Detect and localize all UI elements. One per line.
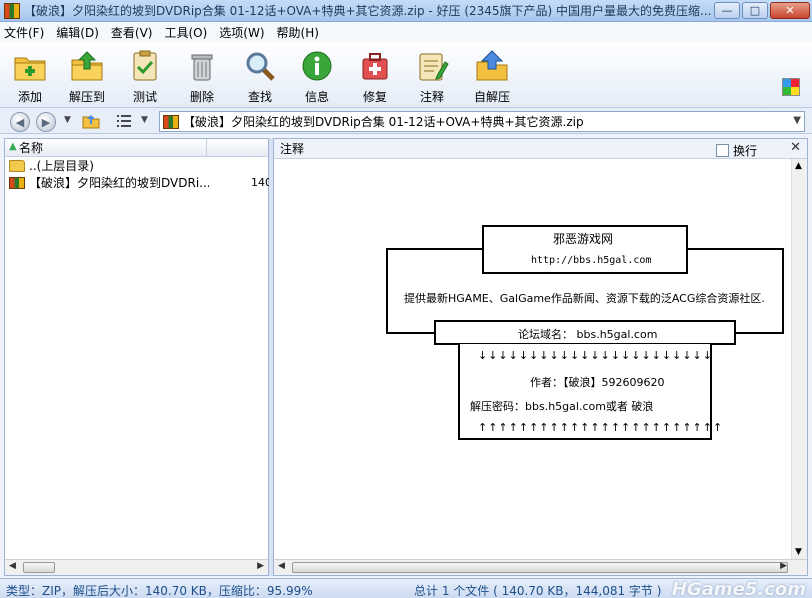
toolbar: 添加 解压到 测试 删除 查找 信息 修复 注释 自解压: [0, 42, 812, 108]
repair-icon: [362, 53, 388, 80]
status-bar: 类型：ZIP，解压后大小：140.70 KB，压缩比：95.99% 总计 1 个…: [0, 578, 812, 598]
skin-icon[interactable]: [782, 78, 800, 96]
sfx-label: 自解压: [473, 90, 510, 104]
scroll-right-icon[interactable]: ▶: [257, 561, 264, 571]
extract-to-label: 解压到: [68, 90, 105, 104]
address-row: ◀ ▶ ▼ ▼ 【破浪】夕阳染红的坡到DVDRip合集 01-12话+OVA+特…: [0, 108, 812, 134]
view-mode-dropdown-icon[interactable]: ▼: [141, 115, 148, 125]
file-list-panel: ▲ 名称 ..(上层目录) 【破浪】夕阳染红的坡到DVDRi... 140 ◀ …: [4, 138, 272, 576]
delete-icon: [191, 54, 213, 81]
close-button[interactable]: ✕: [770, 2, 810, 19]
forward-button[interactable]: ▶: [36, 112, 56, 132]
file-list-hscrollbar[interactable]: ◀ ▶: [5, 559, 268, 575]
close-comment-icon[interactable]: ✕: [790, 140, 801, 155]
repair-button[interactable]: 修复: [349, 50, 401, 105]
file-name: 【破浪】夕阳染红的坡到DVDRi...: [29, 176, 209, 190]
find-icon: [246, 52, 275, 81]
comment-up-arrows: ↑↑↑↑↑↑↑↑↑↑↑↑↑↑↑↑↑↑↑↑↑↑↑↑: [478, 421, 724, 434]
scroll-right-icon[interactable]: ▶: [780, 561, 787, 571]
archive-window: 【破浪】夕阳染红的坡到DVDRip合集 01-12话+OVA+特典+其它资源.z…: [0, 0, 812, 598]
test-button[interactable]: 测试: [119, 50, 171, 105]
find-label: 查找: [247, 90, 272, 104]
comment-site-url: http://bbs.h5gal.com: [531, 255, 652, 266]
minimize-button[interactable]: —: [714, 2, 740, 19]
comment-author: 作者：【破浪】592609620: [530, 376, 665, 389]
comment-vscrollbar[interactable]: ▲ ▼: [791, 159, 807, 559]
delete-label: 删除: [189, 90, 214, 104]
comment-hscrollbar[interactable]: ◀ ▶: [274, 559, 807, 575]
test-icon: [133, 50, 157, 81]
file-name: ..(上层目录): [29, 159, 94, 173]
address-dropdown-icon[interactable]: ▼: [793, 115, 801, 126]
window-title: 【破浪】夕阳染红的坡到DVDRip合集 01-12话+OVA+特典+其它资源.z…: [24, 4, 712, 18]
zip-file-icon: [9, 176, 25, 189]
add-label: 添加: [17, 90, 42, 104]
title-bar: 【破浪】夕阳染红的坡到DVDRip合集 01-12话+OVA+特典+其它资源.z…: [0, 0, 812, 22]
folder-icon: [9, 159, 25, 172]
scroll-down-icon[interactable]: ▼: [795, 547, 802, 557]
comment-down-arrows: ↓↓↓↓↓↓↓↓↓↓↓↓↓↓↓↓↓↓↓↓↓↓↓: [478, 349, 713, 362]
info-button[interactable]: 信息: [291, 50, 343, 105]
extract-to-button[interactable]: 解压到: [61, 50, 113, 105]
comment-button[interactable]: 注释: [406, 50, 458, 105]
menu-help[interactable]: 帮助(H): [277, 24, 319, 41]
menu-tools[interactable]: 工具(O): [164, 24, 207, 41]
test-label: 测试: [132, 90, 157, 104]
info-icon: [302, 51, 332, 81]
menu-options[interactable]: 选项(W): [219, 24, 264, 41]
view-mode-icon[interactable]: [116, 114, 132, 128]
menu-view[interactable]: 查看(V): [111, 24, 153, 41]
file-row-parent[interactable]: ..(上层目录): [5, 157, 268, 174]
address-text: 【破浪】夕阳染红的坡到DVDRip合集 01-12话+OVA+特典+其它资源.z…: [183, 115, 584, 129]
repair-label: 修复: [362, 90, 387, 104]
comment-forum-domain: 论坛域名： bbs.h5gal.com: [518, 328, 658, 341]
back-button[interactable]: ◀: [10, 112, 30, 132]
zip-icon: [163, 114, 179, 129]
find-button[interactable]: 查找: [234, 50, 286, 105]
address-field[interactable]: 【破浪】夕阳染红的坡到DVDRip合集 01-12话+OVA+特典+其它资源.z…: [159, 111, 805, 132]
extract-to-icon: [71, 51, 103, 81]
history-dropdown-icon[interactable]: ▼: [64, 115, 71, 125]
word-wrap-label: 换行: [732, 144, 757, 158]
sfx-button[interactable]: 自解压: [466, 50, 518, 105]
info-label: 信息: [304, 90, 329, 104]
comment-label: 注释: [419, 90, 444, 104]
comment-description: 提供最新HGAME、GalGame作品新闻、资源下载的泛ACG综合资源社区.: [404, 292, 765, 305]
scroll-left-icon[interactable]: ◀: [9, 561, 16, 571]
menu-file[interactable]: 文件(F): [4, 24, 44, 41]
file-row-archive[interactable]: 【破浪】夕阳染红的坡到DVDRi... 140: [5, 174, 272, 191]
window-controls: — □ ✕: [714, 2, 810, 19]
word-wrap-checkbox[interactable]: [715, 144, 729, 157]
menu-edit[interactable]: 编辑(D): [56, 24, 99, 41]
scroll-thumb[interactable]: [292, 562, 788, 573]
comment-header: 注释 换行 ✕: [274, 139, 807, 159]
watermark: HGame5.com: [671, 579, 806, 598]
scroll-up-icon[interactable]: ▲: [795, 161, 802, 171]
sfx-icon: [476, 50, 508, 81]
scroll-left-icon[interactable]: ◀: [278, 561, 285, 571]
add-icon: [14, 57, 46, 81]
menu-bar: 文件(F) 编辑(D) 查看(V) 工具(O) 选项(W) 帮助(H): [0, 22, 812, 42]
status-left: 类型：ZIP，解压后大小：140.70 KB，压缩比：95.99%: [6, 584, 313, 598]
comment-icon: [419, 53, 449, 81]
up-folder-icon[interactable]: [82, 113, 100, 129]
delete-button[interactable]: 删除: [176, 50, 228, 105]
scroll-thumb[interactable]: [23, 562, 55, 573]
sort-arrow-icon: ▲: [9, 141, 17, 152]
comment-site-name: 邪恶游戏网: [553, 232, 614, 246]
status-right: 总计 1 个文件 ( 140.70 KB，144,081 字节 ): [414, 584, 662, 598]
comment-password: 解压密码：bbs.h5gal.com或者 破浪: [470, 400, 654, 413]
add-button[interactable]: 添加: [4, 50, 56, 105]
maximize-button[interactable]: □: [742, 2, 768, 19]
file-list-header: ▲ 名称: [5, 138, 268, 157]
column-name-header[interactable]: 名称: [5, 138, 207, 157]
app-icon: [4, 2, 20, 19]
word-wrap-toggle[interactable]: 换行: [715, 142, 757, 159]
comment-title: 注释: [280, 142, 305, 156]
